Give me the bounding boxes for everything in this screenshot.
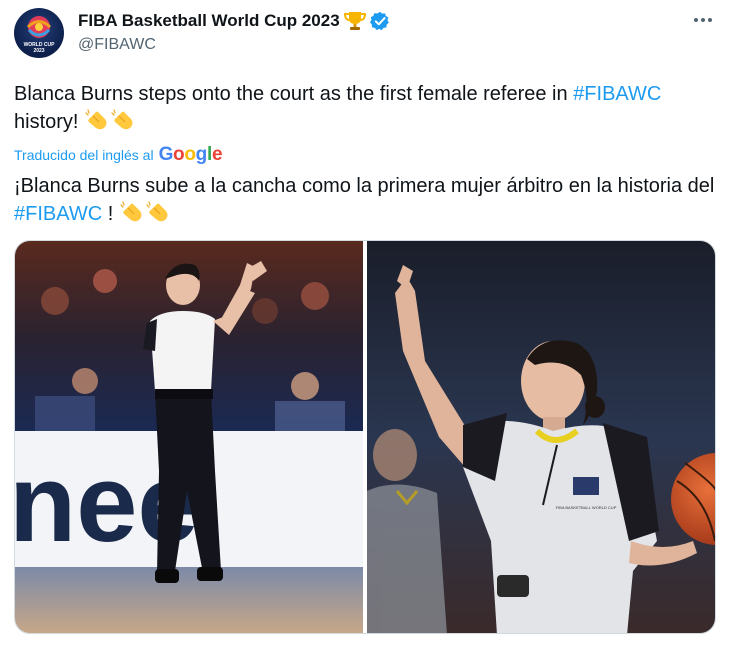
translated-text: ¡Blanca Burns sube a la cancha como la p… bbox=[14, 172, 718, 228]
jersey-text: FIBA BASKETBALL WORLD CUP bbox=[556, 505, 617, 510]
more-options-button[interactable] bbox=[691, 8, 715, 32]
display-name[interactable]: FIBA Basketball World Cup 2023 bbox=[78, 11, 340, 31]
trophy-emoji bbox=[343, 12, 366, 30]
translated-text-part2: ! bbox=[102, 203, 119, 225]
tweet-text: Blanca Burns steps onto the court as the… bbox=[14, 80, 718, 136]
tweet-text-part1: Blanca Burns steps onto the court as the… bbox=[14, 83, 574, 105]
avatar[interactable]: WORLD CUP 2023 bbox=[14, 8, 64, 58]
court-floor bbox=[15, 567, 363, 633]
google-logo: Google bbox=[158, 144, 223, 165]
translated-hashtag-link[interactable]: #FIBAWC bbox=[14, 203, 102, 225]
photo-referee-close-up[interactable]: FIBA BASKETBALL WORLD CUP bbox=[367, 241, 715, 633]
display-name-row[interactable]: FIBA Basketball World Cup 2023 bbox=[78, 11, 390, 31]
avatar-year: 2023 bbox=[33, 48, 44, 54]
tweet-header: WORLD CUP 2023 FIBA Basketball World Cup… bbox=[14, 8, 715, 62]
clapping-hands-emoji bbox=[111, 109, 133, 130]
hashtag-link[interactable]: #FIBAWC bbox=[573, 83, 661, 105]
author-block[interactable]: FIBA Basketball World Cup 2023 @FIBAWC bbox=[78, 11, 390, 54]
handle[interactable]: @FIBAWC bbox=[78, 36, 390, 54]
tweet-text-part2: history! bbox=[14, 111, 85, 133]
photo-referee-full-body[interactable]: nee bbox=[15, 241, 363, 633]
clapping-hands-emoji bbox=[120, 201, 142, 222]
translated-label[interactable]: Traducido del inglés al bbox=[14, 147, 154, 163]
translation-attribution[interactable]: Traducido del inglés al Google bbox=[14, 144, 223, 166]
more-horizontal-icon bbox=[694, 18, 712, 22]
clapping-hands-emoji bbox=[85, 109, 107, 130]
translated-text-part1: ¡Blanca Burns sube a la cancha como la p… bbox=[14, 175, 715, 197]
jersey-patch bbox=[573, 477, 599, 495]
verified-badge-icon bbox=[369, 11, 389, 31]
clapping-hands-emoji bbox=[146, 201, 168, 222]
media-grid: nee FIBA BASKETBALL WORLD CUP bbox=[14, 240, 716, 634]
